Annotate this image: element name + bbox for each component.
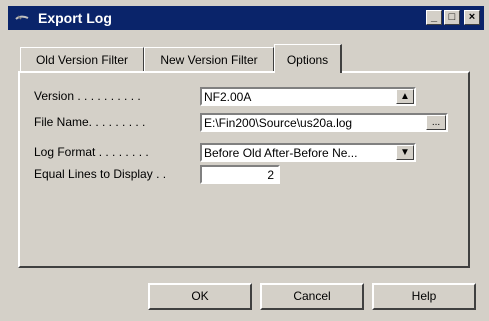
tab-new-version-filter[interactable]: New Version Filter [144, 47, 274, 71]
version-select[interactable]: NF2.00A ▲ [200, 87, 416, 106]
log-format-select[interactable]: Before Old After-Before Ne... ▼ [200, 143, 416, 162]
options-panel: Version . . . . . . . . . . NF2.00A ▲ Fi… [18, 71, 470, 268]
equal-lines-value: 2 [267, 168, 274, 182]
version-value: NF2.00A [204, 90, 252, 104]
minimize-button[interactable]: _ [426, 10, 442, 25]
version-arrow-up-icon[interactable]: ▲ [396, 89, 414, 104]
maximize-button[interactable]: □ [444, 10, 460, 25]
browse-button[interactable]: ... [426, 115, 446, 130]
log-format-value: Before Old After-Before Ne... [204, 146, 358, 160]
equal-lines-field[interactable]: 2 [200, 165, 280, 184]
app-icon [15, 15, 29, 20]
cancel-button[interactable]: Cancel [260, 283, 364, 310]
file-name-value: E:\Fin200\Source\us20a.log [204, 116, 353, 130]
help-button[interactable]: Help [372, 283, 476, 310]
close-button[interactable]: × [464, 10, 480, 25]
ok-button[interactable]: OK [148, 283, 252, 310]
tab-options[interactable]: Options [274, 44, 342, 73]
title-bar[interactable]: Export Log _ □ × [8, 6, 484, 30]
file-name-label: File Name. . . . . . . . . [34, 115, 146, 129]
window-title: Export Log [38, 10, 112, 26]
export-log-dialog: Export Log _ □ × Old Version Filter New … [0, 0, 489, 321]
version-label: Version . . . . . . . . . . [34, 89, 141, 103]
file-name-field[interactable]: E:\Fin200\Source\us20a.log ... [200, 113, 448, 132]
log-format-label: Log Format . . . . . . . . [34, 145, 149, 159]
tab-old-version-filter[interactable]: Old Version Filter [20, 47, 144, 71]
chevron-down-icon[interactable]: ▼ [396, 145, 414, 160]
equal-lines-label: Equal Lines to Display . . [34, 167, 167, 181]
